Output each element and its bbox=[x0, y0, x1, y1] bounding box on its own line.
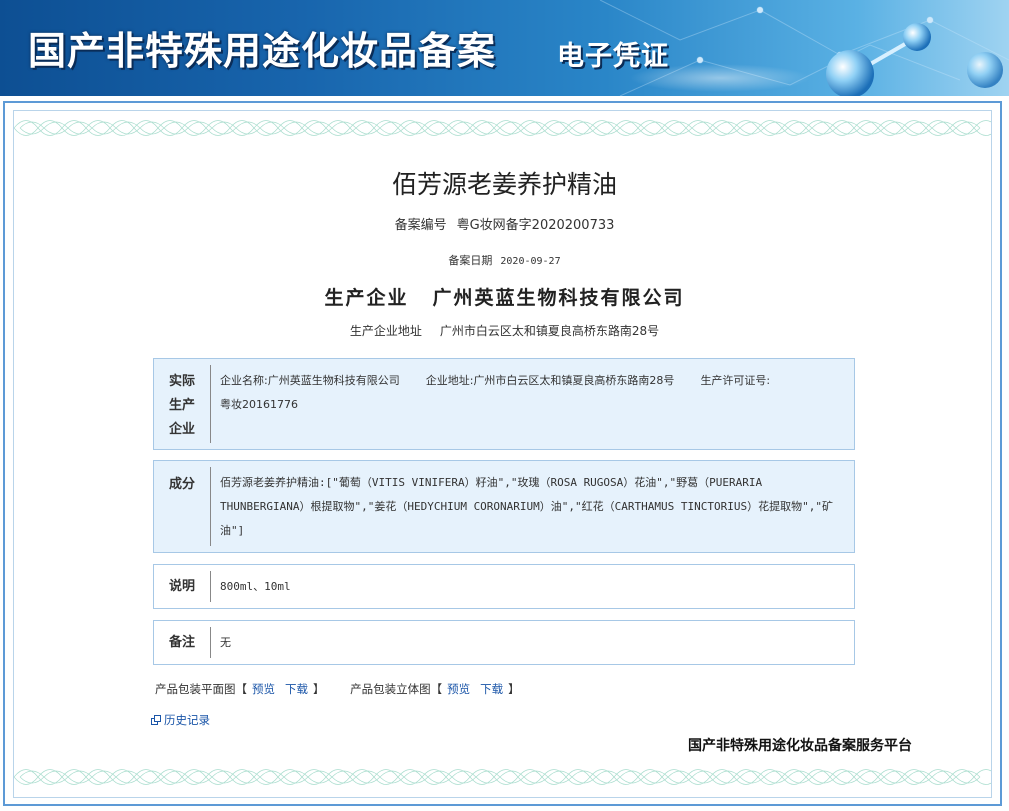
guilloche-top-band bbox=[14, 111, 991, 145]
ingredients-box: 成分 佰芳源老姜养护精油:["葡萄（VITIS VINIFERA）籽油","玫瑰… bbox=[153, 460, 855, 553]
producer-name: 广州英蓝生物科技有限公司 bbox=[432, 287, 685, 309]
ingredients-line-2: THUNBERGIANA）根提取物","姜花（HEDYCHIUM CORONAR… bbox=[220, 500, 833, 537]
banner-subtitle: 电子凭证 bbox=[557, 41, 669, 72]
product-name: 佰芳源老姜养护精油 bbox=[391, 170, 617, 199]
remark-box: 备注 无 bbox=[153, 620, 855, 665]
actual-producer-label: 实际 生产 企业 bbox=[154, 370, 210, 442]
registration-number-line: 备案编号 粤G妆网备字2020200733 bbox=[0, 214, 1009, 233]
flat-package-label: 产品包装平面图 bbox=[155, 682, 236, 696]
platform-signature: 国产非特殊用途化妆品备案服务平台 bbox=[688, 738, 912, 754]
flat-preview-link[interactable]: 预览 bbox=[252, 682, 275, 696]
company-name-label: 企业名称: bbox=[220, 374, 268, 387]
solid-preview-link[interactable]: 预览 bbox=[447, 682, 470, 696]
license-label: 生产许可证号: bbox=[700, 374, 771, 387]
solid-download-link[interactable]: 下载 bbox=[480, 682, 503, 696]
producer-address-line: 生产企业地址 广州市白云区太和镇夏良高桥东路南28号 bbox=[0, 322, 1009, 339]
actual-producer-box: 实际 生产 企业 企业名称:广州英蓝生物科技有限公司 企业地址:广州市白云区太和镇… bbox=[153, 358, 855, 450]
ingredients-content: 佰芳源老姜养护精油:["葡萄（VITIS VINIFERA）籽油","玫瑰（RO… bbox=[220, 471, 842, 543]
divider bbox=[210, 571, 211, 602]
registration-number-label: 备案编号 bbox=[394, 218, 447, 233]
flat-package-group: 产品包装平面图【 预览 下载】 bbox=[155, 682, 328, 696]
producer-label: 生产企业 bbox=[324, 287, 409, 309]
registration-date-line: 备案日期 2020-09-27 bbox=[0, 252, 1009, 268]
registration-date-value: 2020-09-27 bbox=[500, 256, 561, 267]
description-box: 说明 800ml、10ml bbox=[153, 564, 855, 609]
bracket: 【 bbox=[235, 682, 248, 696]
divider bbox=[210, 627, 211, 658]
solid-package-label: 产品包装立体图 bbox=[350, 682, 431, 696]
remark-value: 无 bbox=[220, 636, 231, 649]
producer-address-value: 广州市白云区太和镇夏良高桥东路南28号 bbox=[439, 324, 660, 338]
company-address-value: 广州市白云区太和镇夏良高桥东路南28号 bbox=[473, 374, 675, 387]
bracket: 【 bbox=[430, 682, 443, 696]
history-link[interactable]: 历史记录 bbox=[151, 712, 210, 728]
remark-label: 备注 bbox=[168, 635, 195, 650]
solid-package-group: 产品包装立体图【 预览 下载】 bbox=[350, 682, 520, 696]
bracket: 】 bbox=[508, 682, 520, 696]
producer-address-label: 生产企业地址 bbox=[349, 324, 422, 338]
company-name-value: 广州英蓝生物科技有限公司 bbox=[267, 374, 400, 387]
producer-line: 生产企业 广州英蓝生物科技有限公司 bbox=[0, 283, 1009, 310]
divider bbox=[210, 467, 211, 546]
ingredients-label: 成分 bbox=[168, 477, 195, 492]
actual-producer-label-line-2: 生产 bbox=[168, 398, 195, 413]
history-link-label: 历史记录 bbox=[164, 713, 210, 727]
flat-download-link[interactable]: 下载 bbox=[285, 682, 308, 696]
divider bbox=[210, 365, 211, 443]
license-value: 粤妆20161776 bbox=[220, 398, 298, 411]
company-address-label: 企业地址: bbox=[425, 374, 474, 387]
registration-number-value: 粤G妆网备字2020200733 bbox=[456, 218, 615, 233]
description-value: 800ml、10ml bbox=[220, 580, 291, 593]
bracket: 】 bbox=[313, 682, 325, 696]
header-banner: 国产非特殊用途化妆品备案 电子凭证 bbox=[0, 0, 1009, 96]
banner-title: 国产非特殊用途化妆品备案 bbox=[28, 28, 497, 73]
description-label: 说明 bbox=[168, 579, 195, 594]
guilloche-bottom-band bbox=[14, 760, 991, 794]
package-downloads: 产品包装平面图【 预览 下载】 产品包装立体图【 预览 下载】 bbox=[155, 681, 542, 697]
ingredients-line-1: 佰芳源老姜养护精油:["葡萄（VITIS VINIFERA）籽油","玫瑰（RO… bbox=[220, 476, 763, 489]
registration-date-label: 备案日期 bbox=[448, 254, 493, 267]
history-icon bbox=[151, 715, 161, 725]
actual-producer-content: 企业名称:广州英蓝生物科技有限公司 企业地址:广州市白云区太和镇夏良高桥东路南28… bbox=[220, 369, 842, 417]
actual-producer-label-line-1: 实际 bbox=[168, 374, 195, 389]
actual-producer-label-line-3: 企业 bbox=[168, 422, 195, 437]
